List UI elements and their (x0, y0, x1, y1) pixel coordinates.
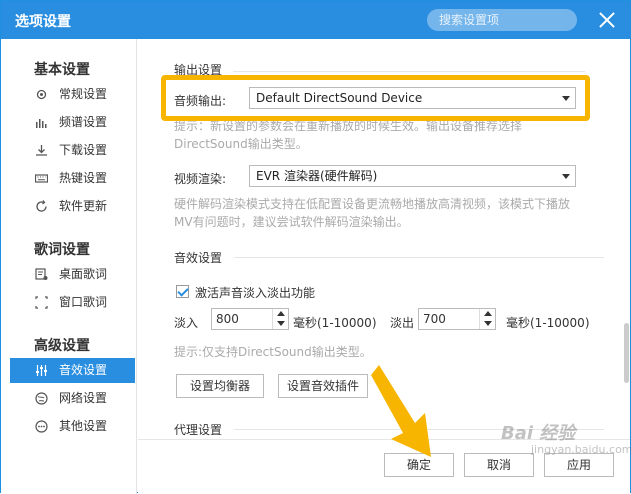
stepper-up-icon[interactable] (272, 309, 288, 319)
equalizer-button[interactable]: 设置均衡器 (176, 374, 264, 398)
update-icon (36, 200, 47, 212)
divider (234, 257, 604, 258)
video-render-value: EVR 渲染器(硬件解码) (256, 169, 378, 183)
section-title-proxy: 代理设置 (174, 423, 223, 437)
sidebar-item-desktop-lyrics[interactable]: 桌面歌词 (10, 262, 135, 287)
fade-out-label: 淡出 (390, 316, 415, 330)
sidebar-item-label: 常规设置 (59, 87, 108, 101)
output-hint: 提示：新设置的参数会在重新播放的时候生效。输出设备推荐选择DirectSound… (174, 119, 523, 151)
stepper-up-icon[interactable] (479, 309, 495, 319)
sidebar-item-update[interactable]: 软件更新 (10, 194, 135, 219)
fade-in-unit: 毫秒(1-10000) (293, 316, 377, 330)
sidebar-group-lyrics: 歌词设置 (34, 242, 90, 258)
sidebar: 基本设置 常规设置 频谱设置 下载设置 热键设置 软件更新 歌词设置 桌面歌词 (1, 39, 137, 494)
video-render-select[interactable]: EVR 渲染器(硬件解码) (249, 165, 576, 187)
stepper-down-icon[interactable] (272, 319, 288, 329)
sidebar-item-general[interactable]: 常规设置 (10, 82, 135, 107)
close-icon[interactable] (599, 12, 615, 28)
more-icon (35, 420, 48, 433)
sidebar-item-sound-effects[interactable]: 音效设置 (10, 358, 135, 383)
sidebar-item-label: 其他设置 (59, 419, 108, 433)
fade-checkbox[interactable] (176, 285, 189, 298)
desktop-lyrics-icon (35, 268, 48, 280)
fade-in-stepper[interactable]: 800 (211, 308, 289, 330)
chevron-down-icon (562, 174, 570, 179)
fade-checkbox-label: 激活声音淡入淡出功能 (195, 286, 316, 300)
fade-in-value: 800 (216, 312, 239, 326)
watermark-url: jingyan.baidu.com (531, 443, 631, 456)
sidebar-item-other[interactable]: 其他设置 (10, 414, 135, 439)
title-bar: 选项设置 搜索设置项 (1, 1, 630, 39)
window-lyrics-icon (35, 296, 48, 309)
equalizer-icon (36, 365, 47, 376)
sidebar-item-hotkey[interactable]: 热键设置 (10, 166, 135, 191)
sidebar-group-advanced: 高级设置 (34, 338, 90, 354)
search-input[interactable]: 搜索设置项 (427, 9, 577, 31)
sidebar-item-label: 窗口歌词 (59, 295, 108, 309)
window-title: 选项设置 (15, 14, 71, 30)
apply-button[interactable]: 应用 (544, 453, 614, 477)
fade-in-label: 淡入 (174, 316, 199, 330)
pointer-arrow-icon (371, 365, 431, 457)
fade-out-unit: 毫秒(1-10000) (506, 316, 590, 330)
divider (233, 71, 585, 72)
gear-icon (36, 89, 47, 100)
watermark-logo: Bai 经验 (501, 423, 576, 444)
sidebar-item-label: 桌面歌词 (59, 267, 108, 281)
effect-plugin-button[interactable]: 设置音效插件 (278, 374, 368, 398)
sidebar-item-download[interactable]: 下载设置 (10, 138, 135, 163)
effects-hint: 提示:仅支持DirectSound输出类型。 (174, 345, 372, 359)
sidebar-item-label: 网络设置 (59, 391, 108, 405)
globe-icon (35, 392, 48, 405)
fade-out-value: 700 (423, 312, 446, 326)
sidebar-item-label: 热键设置 (59, 171, 108, 185)
video-render-label: 视频渲染: (174, 172, 227, 186)
download-icon (36, 145, 47, 156)
fade-out-stepper[interactable]: 700 (418, 308, 496, 330)
stepper-down-icon[interactable] (479, 319, 495, 329)
video-render-hint: 硬件解码渲染模式支持在低配置设备更流畅地播放高清视频，该模式下播放MV有问题时，… (174, 197, 571, 229)
sidebar-item-spectrum[interactable]: 频谱设置 (10, 110, 135, 135)
scrollbar[interactable] (624, 323, 629, 383)
cancel-button[interactable]: 取消 (464, 453, 534, 477)
sidebar-item-network[interactable]: 网络设置 (10, 386, 135, 411)
sidebar-group-basic: 基本设置 (34, 62, 90, 78)
sidebar-item-window-lyrics[interactable]: 窗口歌词 (10, 290, 135, 315)
sidebar-item-label: 软件更新 (59, 199, 108, 213)
spectrum-icon (36, 119, 47, 128)
sidebar-item-label: 下载设置 (59, 143, 108, 157)
sidebar-item-label: 频谱设置 (59, 115, 108, 129)
section-title-effects: 音效设置 (174, 251, 223, 265)
options-dialog: 选项设置 搜索设置项 基本设置 常规设置 频谱设置 下载设置 热键设置 软件更新… (0, 0, 631, 494)
sidebar-item-label: 音效设置 (59, 363, 108, 377)
highlight-box (161, 75, 590, 121)
keyboard-icon (35, 174, 48, 183)
